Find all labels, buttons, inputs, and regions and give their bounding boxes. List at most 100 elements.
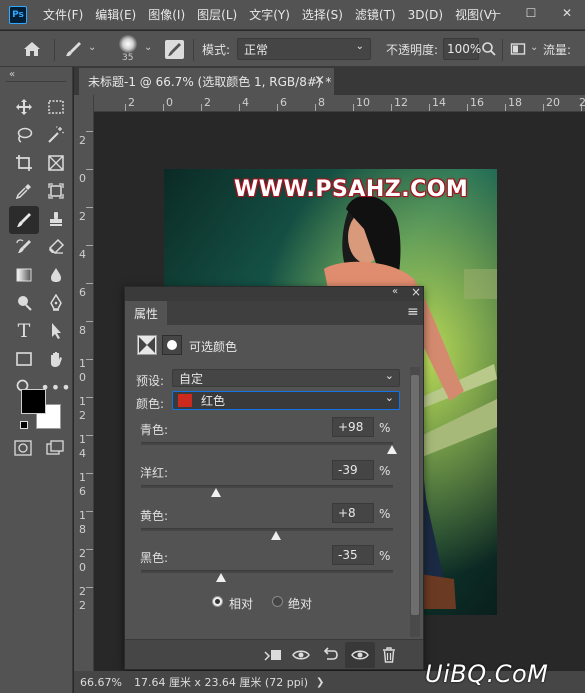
chevron-down-icon[interactable]: ⌄ [530, 42, 538, 53]
magic-wand-tool-icon[interactable] [43, 122, 69, 148]
brush-preview-icon[interactable] [119, 35, 137, 53]
close-tab-button[interactable]: × [314, 73, 325, 88]
yellow-slider-track[interactable] [141, 528, 393, 531]
ruler-label: 20 [546, 96, 560, 109]
relative-label: 相对 [229, 597, 254, 611]
magenta-unit: % [379, 464, 391, 478]
slider-label-magenta: 洋红: [140, 466, 169, 480]
panel-menu-icon[interactable]: ≡ [407, 304, 419, 320]
preset-dropdown[interactable]: 自定 ⌄ [172, 369, 400, 387]
ruler-label: 1 6 [79, 471, 86, 498]
cyan-slider-track[interactable] [141, 442, 393, 445]
app-logo[interactable]: Ps [9, 5, 27, 24]
cyan-unit: % [379, 421, 391, 435]
default-colors-icon[interactable] [20, 421, 28, 429]
type-tool-icon[interactable]: T [11, 318, 37, 344]
panel-scrollbar-thumb[interactable] [411, 375, 419, 615]
screen-mode-icon[interactable] [46, 440, 64, 459]
eraser-tool-icon[interactable] [43, 234, 69, 260]
menu-type[interactable]: 文字(Y) [243, 6, 296, 23]
dodge-tool-icon[interactable] [11, 290, 37, 316]
tab-properties[interactable]: 属性 [125, 301, 167, 325]
pressure-opacity-icon[interactable] [510, 41, 526, 60]
pen-tool-icon[interactable] [43, 290, 69, 316]
menu-filter[interactable]: 滤镜(T) [349, 6, 402, 23]
black-slider-thumb[interactable] [216, 573, 226, 582]
view-previous-state-icon[interactable] [291, 647, 311, 666]
zoom-level[interactable]: 66.67% [80, 676, 122, 689]
panel-collapse-button[interactable]: « [392, 286, 398, 297]
path-selection-tool-icon[interactable] [43, 318, 69, 344]
relative-radio[interactable] [212, 596, 223, 607]
ruler-label: 0 [79, 172, 86, 185]
stamp-tool-icon[interactable] [43, 206, 69, 232]
black-unit: % [379, 549, 391, 563]
menu-file[interactable]: 文件(F) [37, 6, 89, 23]
menu-layer[interactable]: 图层(L) [191, 6, 243, 23]
brush-tool-preset-icon[interactable] [64, 40, 84, 61]
menu-edit[interactable]: 编辑(E) [89, 6, 142, 23]
clip-to-layer-icon[interactable] [263, 647, 283, 666]
panel-header-strip[interactable]: « × [125, 285, 423, 301]
brush-tool-icon[interactable] [9, 206, 39, 234]
slider-label-black: 黑色: [140, 551, 169, 565]
menu-image[interactable]: 图像(I) [142, 6, 191, 23]
blur-tool-icon[interactable] [43, 262, 69, 288]
gradient-tool-icon[interactable] [11, 262, 37, 288]
menu-3d[interactable]: 3D(D) [402, 8, 449, 22]
menu-select[interactable]: 选择(S) [296, 6, 349, 23]
rectangle-tool-icon[interactable] [11, 346, 37, 372]
search-icon[interactable] [481, 41, 497, 60]
document-tab[interactable]: 未标题-1 @ 66.7% (选取颜色 1, RGB/8#) * × [79, 68, 334, 95]
cyan-input[interactable]: +98 [332, 417, 374, 437]
marquee-tool-icon[interactable] [43, 94, 69, 120]
magenta-slider-track[interactable] [141, 485, 393, 488]
chevron-down-icon[interactable]: ⌄ [144, 42, 152, 53]
yellow-input[interactable]: +8 [332, 503, 374, 523]
yellow-slider-thumb[interactable] [271, 531, 281, 540]
magenta-slider-thumb[interactable] [211, 488, 221, 497]
crop-tool-icon[interactable] [11, 150, 37, 176]
colors-dropdown[interactable]: 红色 ⌄ [172, 391, 400, 410]
foreground-color-swatch[interactable] [21, 389, 46, 414]
home-icon[interactable] [22, 40, 42, 61]
quick-mask-icon[interactable] [14, 440, 32, 459]
black-slider-track[interactable] [141, 570, 393, 573]
slider-label-cyan: 青色: [140, 423, 169, 437]
status-menu-arrow[interactable]: ❯ [316, 677, 324, 688]
lasso-tool-icon[interactable] [11, 122, 37, 148]
frame-tool-icon[interactable] [43, 150, 69, 176]
move-tool-icon[interactable] [11, 94, 37, 120]
absolute-label: 绝对 [288, 597, 313, 611]
ruler-label: 8 [79, 324, 86, 337]
ruler-label: 1 8 [79, 509, 86, 536]
magenta-input[interactable]: -39 [332, 460, 374, 480]
panel-close-button[interactable]: × [411, 285, 421, 299]
absolute-radio[interactable] [272, 596, 283, 607]
cyan-slider-thumb[interactable] [387, 445, 397, 454]
opacity-label: 不透明度: [386, 43, 439, 57]
section-title: 可选颜色 [189, 340, 238, 354]
more-tools-icon[interactable]: ••• [40, 374, 70, 400]
collapse-toolbar-icon[interactable]: « [9, 69, 15, 80]
hand-tool-icon[interactable] [43, 346, 69, 372]
brush-settings-icon[interactable] [165, 40, 184, 59]
trash-icon[interactable] [381, 647, 397, 666]
minimize-button[interactable]: — [478, 0, 512, 26]
reset-icon[interactable] [321, 647, 339, 666]
opacity-input[interactable]: 100% [443, 38, 481, 60]
eyedropper-tool-icon[interactable] [11, 178, 37, 204]
mode-dropdown[interactable]: 正常 ⌄ [237, 38, 371, 60]
panel-scrollbar[interactable] [410, 367, 420, 637]
chevron-down-icon[interactable]: ⌄ [88, 42, 96, 53]
visibility-toggle[interactable] [345, 642, 375, 668]
layer-mask-icon[interactable] [162, 335, 182, 355]
history-brush-tool-icon[interactable] [11, 234, 37, 260]
chevron-down-icon: ⌄ [384, 391, 394, 404]
object-selection-tool-icon[interactable] [43, 178, 69, 204]
maximize-button[interactable]: ☐ [514, 0, 548, 26]
close-window-button[interactable]: ✕ [550, 0, 584, 26]
menu-bar: Ps 文件(F) 编辑(E) 图像(I) 图层(L) 文字(Y) 选择(S) 滤… [0, 0, 585, 30]
black-input[interactable]: -35 [332, 545, 374, 565]
ruler-label: 14 [432, 96, 446, 109]
